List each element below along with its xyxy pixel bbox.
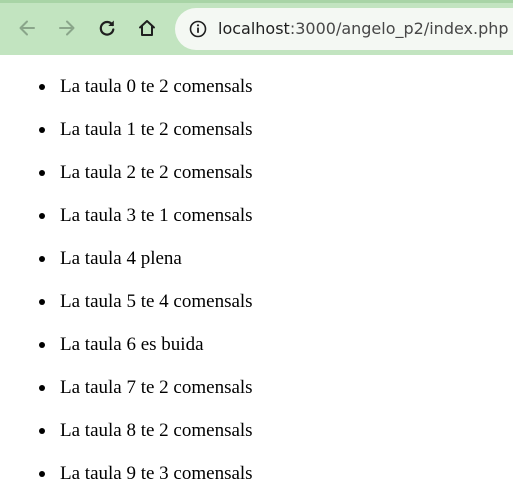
list-item: La taula 9 te 3 comensals: [0, 442, 513, 485]
list-item-text: La taula 4 plena: [60, 248, 182, 269]
table-list: La taula 0 te 2 comensals La taula 1 te …: [0, 55, 513, 485]
arrow-left-icon: [19, 20, 35, 36]
list-item-text: La taula 9 te 3 comensals: [60, 463, 253, 484]
list-item-text: La taula 6 es buida: [60, 334, 204, 355]
list-item-text: La taula 8 te 2 comensals: [60, 420, 253, 441]
bullet: [39, 170, 45, 176]
page-content: La taula 0 te 2 comensals La taula 1 te …: [0, 55, 513, 485]
browser-toolbar: localhost:3000/angelo_p2/index.php: [0, 0, 513, 55]
bullet: [39, 428, 45, 434]
list-item: La taula 7 te 2 comensals: [0, 356, 513, 399]
list-item: La taula 4 plena: [0, 227, 513, 270]
list-item-text: La taula 3 te 1 comensals: [60, 205, 253, 226]
url-text[interactable]: localhost:3000/angelo_p2/index.php: [218, 8, 509, 50]
list-item: La taula 1 te 2 comensals: [0, 98, 513, 141]
list-item: La taula 8 te 2 comensals: [0, 399, 513, 442]
home-icon: [139, 20, 155, 36]
list-item-text: La taula 2 te 2 comensals: [60, 162, 253, 183]
info-icon[interactable]: [189, 20, 207, 38]
bullet: [39, 256, 45, 262]
list-item: La taula 5 te 4 comensals: [0, 270, 513, 313]
home-button[interactable]: [132, 13, 162, 43]
bullet: [39, 84, 45, 90]
list-item: La taula 2 te 2 comensals: [0, 141, 513, 184]
back-button[interactable]: [12, 13, 42, 43]
address-bar[interactable]: localhost:3000/angelo_p2/index.php: [175, 8, 513, 50]
reload-icon: [99, 20, 115, 36]
reload-button[interactable]: [92, 13, 122, 43]
bullet: [39, 385, 45, 391]
bullet: [39, 342, 45, 348]
url-path: :3000/angelo_p2/index.php: [289, 19, 509, 38]
list-item-text: La taula 7 te 2 comensals: [60, 377, 253, 398]
bullet: [39, 471, 45, 477]
bullet: [39, 127, 45, 133]
list-item-text: La taula 1 te 2 comensals: [60, 119, 253, 140]
list-item-text: La taula 5 te 4 comensals: [60, 291, 253, 312]
list-item: La taula 3 te 1 comensals: [0, 184, 513, 227]
forward-button[interactable]: [52, 13, 82, 43]
list-item: La taula 0 te 2 comensals: [0, 55, 513, 98]
list-item: La taula 6 es buida: [0, 313, 513, 356]
bullet: [39, 299, 45, 305]
url-host: localhost: [218, 19, 290, 38]
bullet: [39, 213, 45, 219]
arrow-right-icon: [59, 20, 75, 36]
list-item-text: La taula 0 te 2 comensals: [60, 76, 253, 97]
